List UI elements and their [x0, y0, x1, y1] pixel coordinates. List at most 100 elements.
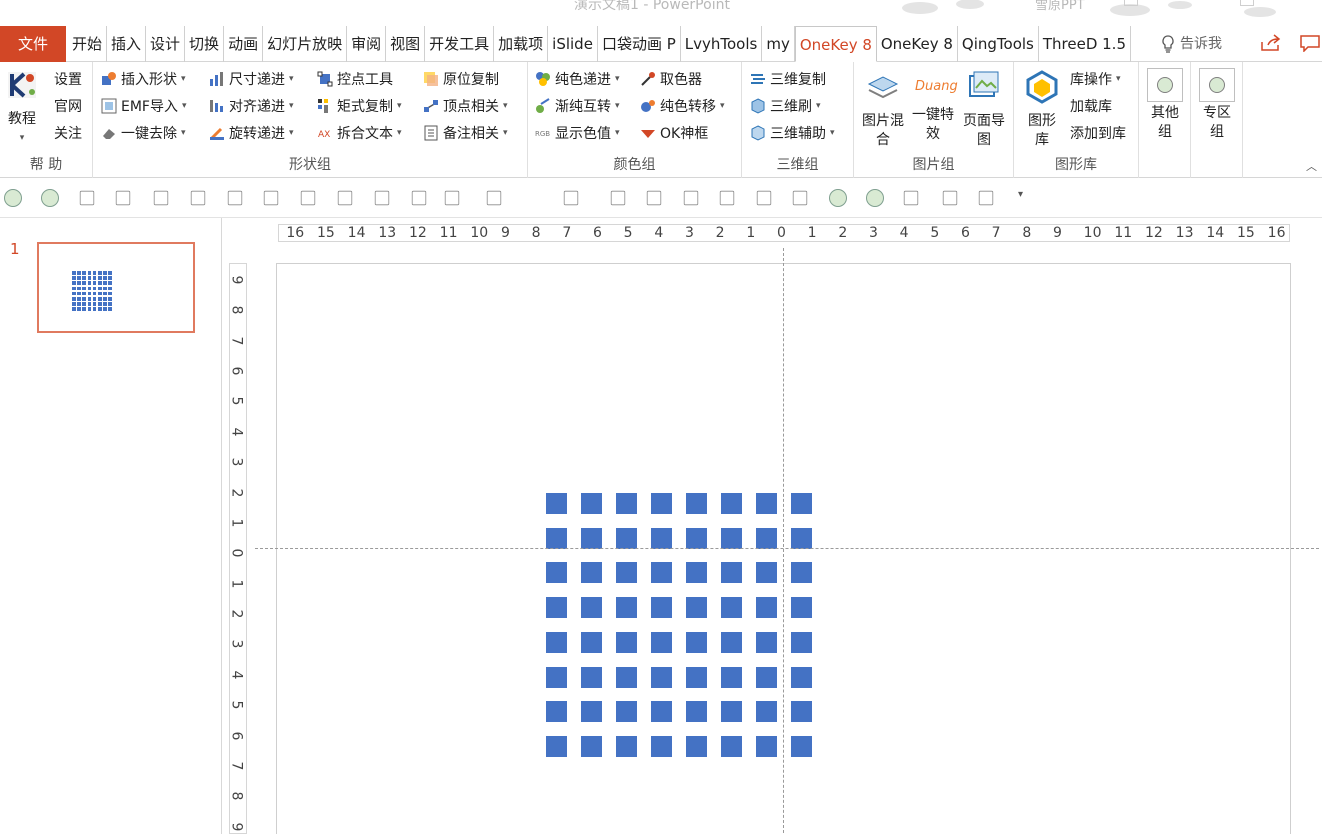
tab-item[interactable]: iSlide	[548, 26, 598, 62]
vertex-button[interactable]: 顶点相关 ▾	[423, 95, 508, 117]
square-shape[interactable]	[756, 701, 777, 723]
square-shape[interactable]	[721, 527, 742, 549]
square-shape[interactable]	[616, 597, 637, 619]
tab-item[interactable]: 开发工具	[425, 26, 495, 62]
tab-item[interactable]: 视图	[386, 26, 426, 62]
maximize-icon[interactable]	[1240, 0, 1254, 6]
tab-item[interactable]: 动画	[224, 26, 264, 62]
matrix-copy-button[interactable]: 矩式复制 ▾	[317, 95, 402, 117]
split-text-button[interactable]: AX 拆合文本 ▾	[317, 122, 402, 144]
square-shape[interactable]	[651, 666, 672, 688]
horizontal-ruler[interactable]: 16 15 14 13 12 11 10 9 8 7 6 5 4 3 2 1 0 1 2 3 4 5 6 7 8 9 10 11 12 1…	[278, 224, 1290, 242]
square-shape[interactable]	[756, 597, 777, 619]
3d-copy-button[interactable]: 三维复制	[750, 68, 826, 90]
square-shape[interactable]	[756, 735, 777, 757]
square-shape[interactable]	[756, 562, 777, 584]
flip-icon[interactable]	[411, 190, 427, 206]
more-icon[interactable]: ▾	[1018, 189, 1036, 207]
show-value-button[interactable]: RGB 显示色值 ▾	[535, 122, 620, 144]
tab-item[interactable]: my	[762, 26, 795, 62]
square-shape[interactable]	[686, 597, 707, 619]
circle-icon[interactable]	[829, 189, 847, 207]
gradient-swap-button[interactable]: 渐纯互转 ▾	[535, 95, 620, 117]
square-shape[interactable]	[686, 493, 707, 514]
square-shape[interactable]	[616, 527, 637, 549]
square-shape[interactable]	[721, 666, 742, 688]
tab-item[interactable]: 设计	[146, 26, 186, 62]
tab-item[interactable]: 口袋动画 P	[598, 26, 681, 62]
square-shape[interactable]	[616, 493, 637, 514]
square-shape[interactable]	[686, 562, 707, 584]
square-shape[interactable]	[651, 631, 672, 653]
square-shape[interactable]	[791, 735, 812, 757]
star-icon[interactable]	[646, 190, 662, 206]
tab-item[interactable]: LvyhTools	[681, 26, 763, 62]
square-shape[interactable]	[791, 701, 812, 723]
vertical-guide[interactable]	[783, 248, 784, 834]
square-shape[interactable]	[721, 493, 742, 514]
square-shape[interactable]	[791, 527, 812, 549]
square-shape[interactable]	[651, 735, 672, 757]
align-top-icon[interactable]	[227, 190, 243, 206]
square-shape[interactable]	[581, 597, 602, 619]
one-remove-button[interactable]: 一键去除 ▾	[101, 122, 186, 144]
square-shape[interactable]	[581, 527, 602, 549]
square-shape[interactable]	[581, 631, 602, 653]
tab-item[interactable]: 切换	[185, 26, 225, 62]
square-shape[interactable]	[756, 527, 777, 549]
align-right-icon[interactable]	[190, 190, 206, 206]
square-shape[interactable]	[546, 735, 567, 757]
square-shape[interactable]	[546, 493, 567, 514]
timer-icon[interactable]	[719, 190, 735, 206]
tab-item[interactable]: 开始	[68, 26, 108, 62]
circle-icon[interactable]	[866, 189, 884, 207]
eyedropper-icon[interactable]	[942, 190, 958, 206]
picture-mix-button[interactable]: 图片混合	[858, 70, 908, 150]
square-shape[interactable]	[756, 666, 777, 688]
solid-step-button[interactable]: 纯色递进 ▾	[535, 68, 620, 90]
square-shape[interactable]	[546, 666, 567, 688]
one-effect-button[interactable]: Duang 一键特效	[910, 70, 958, 144]
square-shape[interactable]	[791, 666, 812, 688]
square-shape[interactable]	[581, 562, 602, 584]
in-place-copy-button[interactable]: 原位复制	[423, 68, 499, 90]
insert-shape-button[interactable]: 插入形状 ▾	[101, 68, 186, 90]
square-shape[interactable]	[546, 597, 567, 619]
slide-thumbnail[interactable]	[37, 242, 195, 333]
layers-icon[interactable]	[79, 190, 95, 206]
square-shape[interactable]	[581, 701, 602, 723]
square-shape[interactable]	[686, 701, 707, 723]
ribbon-display-icon[interactable]	[1124, 0, 1138, 6]
size-step-button[interactable]: 尺寸递进 ▾	[209, 68, 294, 90]
zone-group-button[interactable]: 专区组	[1197, 68, 1237, 142]
square-shape[interactable]	[721, 701, 742, 723]
add-to-lib-button[interactable]: 添加到库	[1070, 122, 1126, 144]
user-name[interactable]: 雪原PPT	[1035, 0, 1085, 13]
ok-frame-button[interactable]: OK神框	[640, 122, 708, 144]
square-shape[interactable]	[651, 597, 672, 619]
tab-item[interactable]: ThreeD 1.5	[1039, 26, 1131, 62]
square-shape[interactable]	[756, 493, 777, 514]
square-shape[interactable]	[651, 701, 672, 723]
square-shape[interactable]	[546, 562, 567, 584]
square-shape[interactable]	[616, 701, 637, 723]
tab-item[interactable]: 审阅	[347, 26, 387, 62]
square-shape[interactable]	[616, 631, 637, 653]
square-shape[interactable]	[581, 493, 602, 514]
distribute-h-icon[interactable]	[337, 190, 353, 206]
square-icon[interactable]	[756, 190, 772, 206]
square-shape[interactable]	[651, 527, 672, 549]
square-shape[interactable]	[756, 631, 777, 653]
tab-item[interactable]: OneKey 8	[877, 26, 958, 62]
align-bottom-icon[interactable]	[300, 190, 316, 206]
square-shape[interactable]	[721, 735, 742, 757]
bucket-icon[interactable]	[978, 190, 994, 206]
color-picker-button[interactable]: 取色器	[640, 68, 702, 90]
square-shape[interactable]	[581, 735, 602, 757]
brush-icon[interactable]	[563, 190, 579, 206]
align-step-button[interactable]: 对齐递进 ▾	[209, 95, 294, 117]
rect-select-icon[interactable]	[903, 190, 919, 206]
square-shape[interactable]	[686, 631, 707, 653]
solid-transfer-button[interactable]: 纯色转移 ▾	[640, 95, 725, 117]
square-shape[interactable]	[651, 493, 672, 514]
